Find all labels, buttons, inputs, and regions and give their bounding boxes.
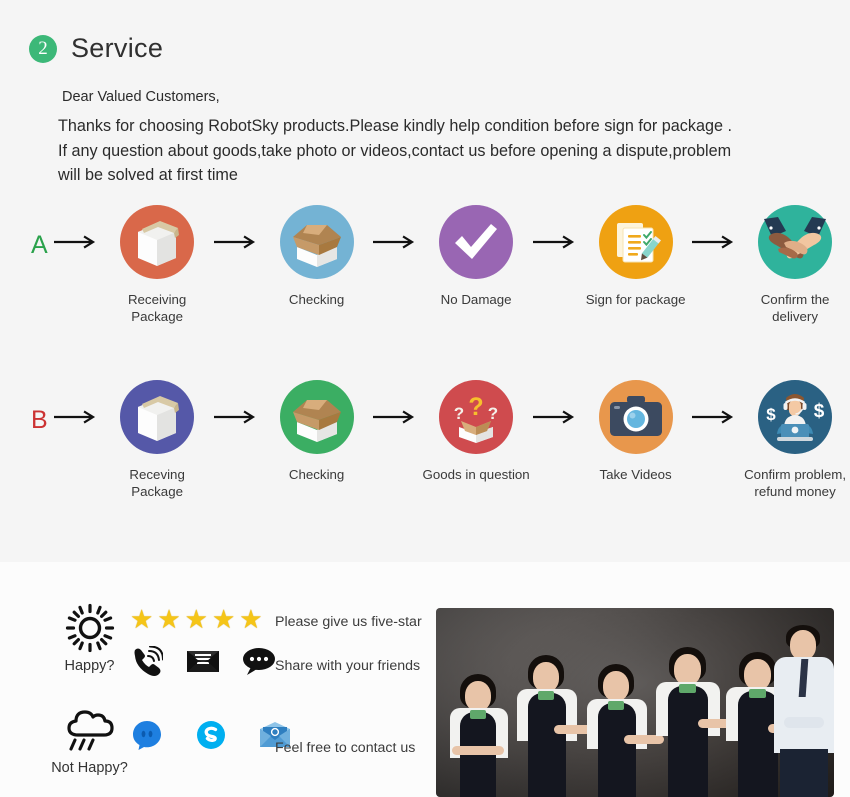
photo-person (580, 661, 664, 797)
support-agent-icon: $ $ (758, 380, 833, 454)
flow-row-b: B Receving Package Checking ? ? ? Goods … (0, 380, 850, 500)
flow-step-label: Goods in question (422, 467, 530, 482)
svg-text:$: $ (766, 405, 776, 424)
checkmark-icon (439, 205, 514, 279)
messenger-icon[interactable] (130, 718, 164, 752)
flow-row-letter-a: A (30, 231, 48, 259)
right-arrow-icon (212, 205, 262, 249)
right-arrow-icon (53, 380, 103, 424)
flow-step-label: Receving Package (129, 467, 185, 499)
intro-paragraph: Thanks for choosing RobotSky products.Pl… (58, 114, 848, 188)
mood-label: Not Happy? (51, 760, 128, 776)
star-rating[interactable]: ★ ★ ★ ★ ★ (130, 602, 292, 636)
service-page: 2 Service Dear Valued Customers, Thanks … (0, 0, 850, 797)
photo-person (650, 647, 736, 797)
svg-text:?: ? (454, 404, 464, 423)
contact-message: Share with your friends (275, 658, 421, 674)
chat-bubble-icon[interactable] (242, 644, 276, 678)
right-arrow-icon (372, 380, 422, 424)
right-arrow-icon (212, 380, 262, 424)
intro-line-1: Thanks for choosing RobotSky products.Pl… (58, 117, 732, 135)
clipboard-pen-icon (598, 205, 673, 279)
star-icon[interactable]: ★ (212, 606, 235, 632)
contact-message: Please give us five-star (275, 614, 422, 630)
closed-package-icon (120, 380, 195, 454)
photo-person (510, 655, 594, 797)
phone-ring-icon[interactable] (130, 644, 164, 678)
mood-label: Happy? (64, 658, 115, 674)
flow-step[interactable]: No Damage (421, 205, 531, 308)
right-arrow-icon (531, 205, 581, 249)
flow-step[interactable]: Take Videos (581, 380, 691, 483)
flow-step-label: Confirm the delivery (760, 292, 830, 324)
flow-step[interactable]: Checking (262, 205, 372, 308)
sun-icon (65, 602, 115, 654)
flow-step-label: Confirm problem, refund money (744, 467, 847, 499)
mail-envelope-icon[interactable] (186, 644, 220, 678)
flow-step[interactable]: Checking (262, 380, 372, 483)
flow-step-label: Checking (288, 292, 345, 307)
flow-step[interactable]: Receiving Package (102, 205, 212, 325)
intro-line-3: will be solved at first time (58, 166, 238, 184)
flow-step[interactable]: Receving Package (102, 380, 212, 500)
flow-step[interactable]: $ $ Confirm problem, refund money (740, 380, 850, 500)
contact-message: Feel free to contact us (275, 740, 416, 756)
service-section: 2 Service Dear Valued Customers, Thanks … (0, 0, 850, 562)
star-icon[interactable]: ★ (239, 606, 262, 632)
photo-person (444, 672, 516, 797)
skype-icon[interactable] (194, 718, 228, 752)
open-box-icon (279, 380, 354, 454)
photo-person (772, 625, 834, 797)
rain-cloud-icon (62, 704, 118, 756)
star-icon[interactable]: ★ (185, 606, 208, 632)
flow-step[interactable]: Sign for package (581, 205, 691, 308)
intro-line-2: If any question about goods,take photo o… (58, 141, 732, 160)
service-header: 2 Service (29, 33, 163, 64)
question-box-icon: ? ? ? (439, 380, 514, 454)
flow-step-label: Receiving Package (127, 292, 187, 324)
right-arrow-icon (53, 205, 103, 249)
camera-icon (598, 380, 673, 454)
right-arrow-icon (531, 380, 581, 424)
handshake-icon (758, 205, 833, 279)
flow-step[interactable]: ? ? ? Goods in question (421, 380, 531, 483)
svg-text:?: ? (468, 393, 483, 421)
open-box-icon (279, 205, 354, 279)
closed-package-icon (120, 205, 195, 279)
mood-not-happy: Not Happy? (42, 704, 137, 776)
flow-step-label: Checking (288, 467, 345, 482)
mood-column: Happy? Not Happy? (42, 602, 137, 776)
right-arrow-icon (691, 205, 741, 249)
nothappy-contact-icons (130, 716, 292, 754)
flow-row-a: A Receiving Package Checking No Damage S… (0, 205, 850, 325)
section-number-badge: 2 (29, 34, 57, 63)
contact-messages: Please give us five-star Share with your… (275, 602, 422, 768)
flow-step[interactable]: Confirm the delivery (740, 205, 850, 325)
star-icon[interactable]: ★ (157, 606, 180, 632)
right-arrow-icon (372, 205, 422, 249)
page-title: Service (71, 33, 164, 63)
mood-happy: Happy? (42, 602, 137, 674)
flow-row-letter-b: B (30, 406, 48, 434)
contact-icon-grid: ★ ★ ★ ★ ★ (130, 602, 292, 754)
svg-text:$: $ (814, 401, 825, 422)
right-arrow-icon (691, 380, 741, 424)
flow-step-label: No Damage (440, 292, 512, 307)
svg-text:?: ? (488, 404, 498, 423)
flow-step-label: Take Videos (599, 467, 672, 482)
happy-contact-icons (130, 642, 292, 680)
customer-service-team-photo (436, 608, 834, 797)
flow-step-label: Sign for package (585, 292, 686, 307)
star-icon[interactable]: ★ (130, 606, 153, 632)
salutation-text: Dear Valued Customers, (62, 89, 220, 105)
